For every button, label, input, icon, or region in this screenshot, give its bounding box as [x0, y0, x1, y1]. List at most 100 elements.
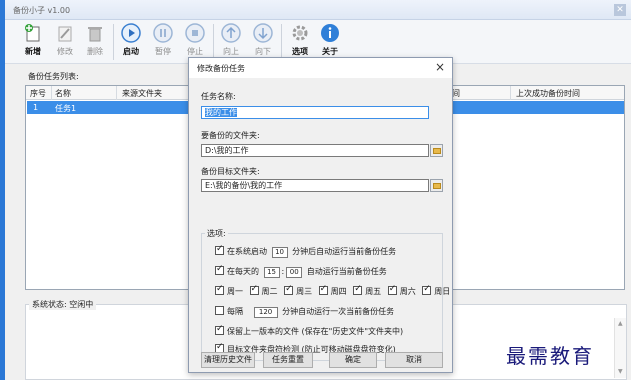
- start-label: 启动: [123, 47, 139, 56]
- ok-button[interactable]: 确定: [329, 352, 377, 368]
- arrow-down-icon: [253, 23, 273, 43]
- interval-prefix: 每隔: [227, 307, 243, 316]
- daily-option: 在每天的 15:00 自动运行当前备份任务: [215, 264, 387, 278]
- pause-label: 暂停: [155, 47, 171, 56]
- weekday-label: 周一: [227, 287, 243, 296]
- title-bar: 备份小子 v1.00 ✕: [5, 0, 631, 20]
- stop-label: 停止: [187, 47, 203, 56]
- weekday-checkbox[interactable]: [422, 284, 432, 295]
- source-browse-button[interactable]: [430, 144, 443, 157]
- weekday-label: 周四: [330, 287, 347, 296]
- edit-label: 修改: [57, 47, 73, 56]
- interval-suffix: 分钟自动运行一次当前备份任务: [282, 307, 395, 316]
- info-icon: [321, 24, 339, 42]
- folder-icon: [433, 148, 441, 154]
- options-label: 选项: [292, 47, 308, 56]
- daily-hour-input[interactable]: 15: [263, 267, 280, 278]
- column-header[interactable]: 名称: [55, 88, 71, 99]
- weekday-label: 周六: [399, 287, 416, 296]
- source-folder-field[interactable]: D:\我的工作: [201, 144, 429, 157]
- interval-checkbox[interactable]: [215, 306, 224, 315]
- task-name-field[interactable]: 我的工作: [201, 106, 429, 119]
- row-name: 任务1: [55, 104, 77, 113]
- dialog-close-button[interactable]: ×: [435, 60, 445, 74]
- folder-icon: [433, 183, 441, 189]
- options-label: 选项:: [205, 228, 228, 239]
- window-close-button[interactable]: ✕: [614, 4, 626, 16]
- clear-history-button[interactable]: 清理历史文件: [201, 352, 255, 368]
- task-list-label: 备份任务列表:: [28, 72, 79, 81]
- row-index: 1: [33, 103, 39, 112]
- startup-option: 在系统启动 10 分钟后自动运行当前备份任务: [215, 244, 397, 258]
- gear-icon: [292, 25, 308, 41]
- weekday-options: 周一 周二 周三 周四 周五 周六 周日: [215, 284, 454, 297]
- toolbar-separator: [281, 24, 282, 60]
- dialog-title-bar: 修改备份任务 ×: [189, 58, 452, 78]
- status-scrollbar[interactable]: ▲ ▼: [614, 318, 626, 378]
- watermark-logo: 最需教育: [506, 344, 594, 368]
- toolbar-separator: [113, 24, 114, 60]
- edit-button[interactable]: 修改: [51, 23, 79, 63]
- startup-minutes-input[interactable]: 10: [271, 247, 288, 258]
- move-up-label: 向上: [223, 47, 239, 56]
- cancel-button[interactable]: 取消: [385, 352, 443, 368]
- weekday-label: 周三: [296, 287, 313, 296]
- column-header[interactable]: 上次成功备份时间: [516, 88, 580, 99]
- status-label: 系统状态: 空闲中: [29, 299, 97, 310]
- delete-label: 删除: [87, 47, 103, 56]
- new-button[interactable]: 新增: [19, 23, 47, 63]
- weekday-checkbox[interactable]: [284, 284, 294, 295]
- about-label: 关于: [322, 47, 338, 56]
- column-divider: [51, 86, 52, 100]
- arrow-up-icon: [221, 23, 241, 43]
- task-name-label: 任务名称:: [201, 92, 236, 101]
- task-name-value: 我的工作: [205, 108, 237, 117]
- daily-checkbox[interactable]: [215, 264, 224, 275]
- pause-icon: [153, 23, 173, 43]
- startup-suffix: 分钟后自动运行当前备份任务: [292, 247, 397, 256]
- column-divider: [510, 86, 511, 100]
- column-header[interactable]: 来源文件夹: [122, 88, 162, 99]
- dialog-body: 任务名称: 我的工作 要备份的文件夹: D:\我的工作 备份目标文件夹: E:\…: [189, 78, 452, 372]
- scroll-up-icon[interactable]: ▲: [618, 320, 623, 327]
- daily-colon: :: [281, 267, 285, 276]
- window-title: 备份小子 v1.00: [13, 6, 71, 15]
- target-folder-field[interactable]: E:\我的备份\我的工作: [201, 179, 429, 192]
- trash-icon: [88, 27, 102, 42]
- column-header[interactable]: 序号: [30, 88, 46, 99]
- weekday-checkbox[interactable]: [249, 284, 259, 295]
- weekday-label: 周日: [434, 287, 451, 296]
- target-browse-button[interactable]: [430, 179, 443, 192]
- column-divider: [116, 86, 117, 100]
- keep-history-option: 保留上一版本的文件 (保存在"历史文件"文件夹中): [215, 324, 403, 337]
- source-folder-label: 要备份的文件夹:: [201, 131, 260, 140]
- move-down-label: 向下: [255, 47, 271, 56]
- daily-suffix: 自动运行当前备份任务: [306, 267, 387, 276]
- weekday-checkbox[interactable]: [353, 284, 363, 295]
- daily-minute-input[interactable]: 00: [286, 267, 303, 278]
- column-header[interactable]: 间: [452, 88, 460, 99]
- new-icon: [25, 24, 40, 42]
- start-button[interactable]: 启动: [117, 23, 145, 63]
- weekday-checkbox[interactable]: [215, 284, 224, 295]
- startup-checkbox[interactable]: [215, 244, 224, 255]
- reset-task-button[interactable]: 任务重置: [263, 352, 313, 368]
- dialog-title: 修改备份任务: [197, 64, 245, 73]
- app-window: 备份小子 v1.00 ✕ 新增 修改 删除 启动 暂停 停止 向上 向下 选项 …: [0, 0, 631, 380]
- target-folder-label: 备份目标文件夹:: [201, 167, 260, 176]
- new-label: 新增: [25, 47, 41, 56]
- edit-task-dialog: 修改备份任务 × 任务名称: 我的工作 要备份的文件夹: D:\我的工作 备份目…: [188, 57, 453, 373]
- keep-history-checkbox[interactable]: [215, 324, 224, 335]
- weekday-label: 周五: [365, 287, 382, 296]
- play-icon: [121, 23, 141, 43]
- delete-button[interactable]: 删除: [81, 23, 109, 63]
- weekday-checkbox[interactable]: [318, 284, 328, 295]
- interval-minutes-input[interactable]: 120: [253, 307, 278, 318]
- weekday-checkbox[interactable]: [387, 284, 397, 295]
- stop-icon: [185, 23, 205, 43]
- pause-button[interactable]: 暂停: [149, 23, 177, 63]
- scroll-down-icon[interactable]: ▼: [618, 368, 623, 375]
- edit-icon: [58, 26, 72, 42]
- startup-prefix: 在系统启动: [227, 247, 267, 256]
- weekday-label: 周二: [261, 287, 278, 296]
